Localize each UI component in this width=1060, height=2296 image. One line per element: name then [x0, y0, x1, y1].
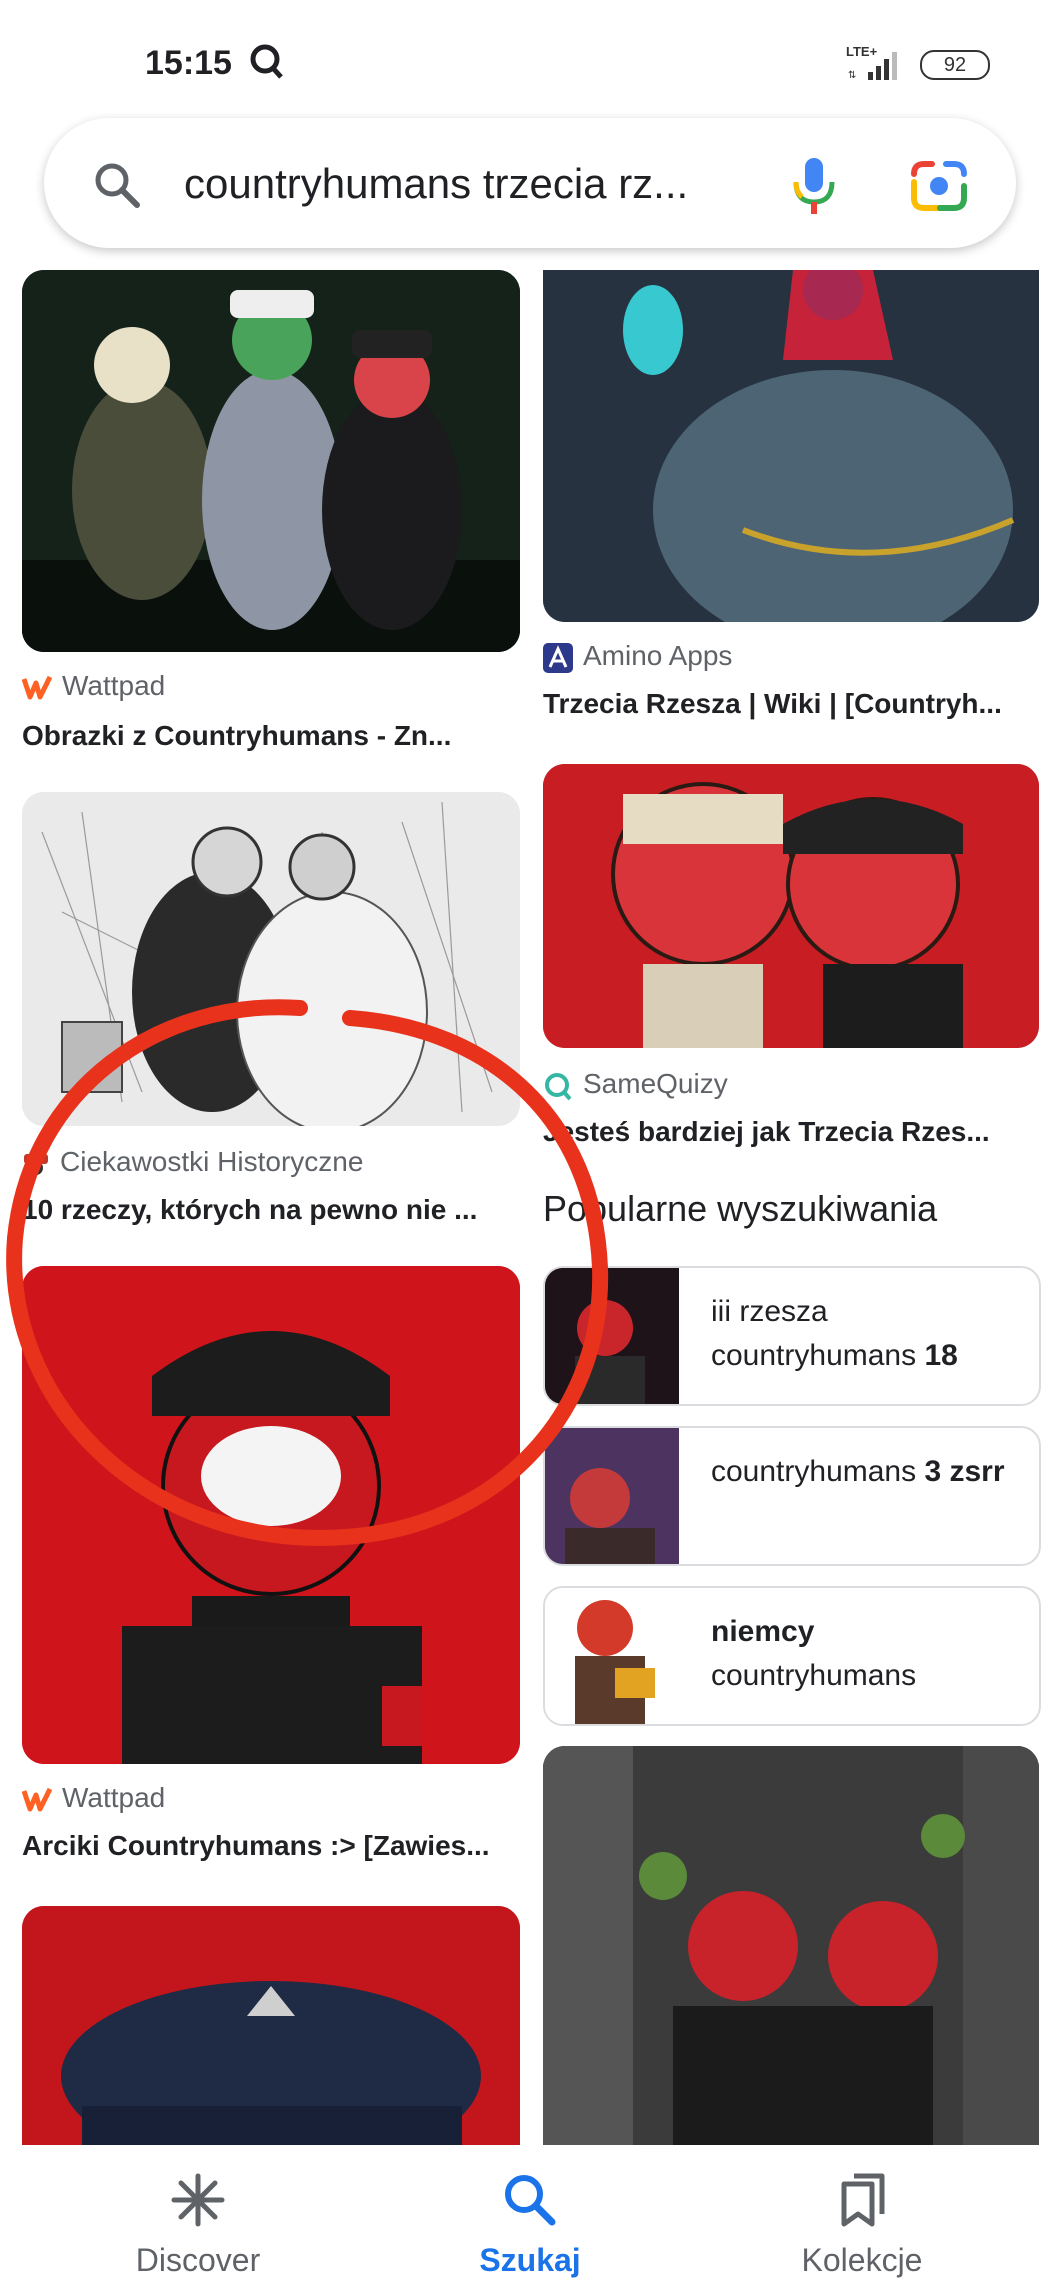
search-icon	[95, 163, 140, 208]
result-thumbnail	[543, 1746, 1039, 2145]
result-source-label: Ciekawostki Historyczne	[60, 1146, 364, 1177]
popular-searches-heading: Popularne wyszukiwania	[543, 1188, 938, 1229]
search-bar[interactable]: countryhumans trzecia rz...	[44, 118, 1016, 248]
result-source-label: Amino Apps	[583, 640, 733, 671]
result-thumbnail	[22, 792, 520, 1126]
status-bar: 15:15 LTE+ ⇅ 92	[0, 0, 1060, 120]
result-title[interactable]: Arciki Countryhumans :> [Zawies...	[22, 1830, 520, 1862]
result-title[interactable]: 10 rzeczy, których na pewno nie ...	[22, 1194, 520, 1226]
result-source: SameQuizy	[543, 1068, 728, 1101]
search-icon	[505, 2175, 556, 2226]
ciekawostki-icon	[24, 1153, 48, 1175]
popular-search-text: countryhumans	[711, 1659, 917, 1692]
popular-search-item[interactable]: iii rzesza countryhumans 18	[543, 1266, 1041, 1406]
result-source-label: SameQuizy	[583, 1068, 728, 1099]
wattpad-icon	[22, 1787, 52, 1812]
svg-text:⇅: ⇅	[848, 70, 856, 80]
q-app-icon	[250, 44, 283, 79]
result-thumbnail	[22, 1266, 520, 1764]
result-image[interactable]	[22, 1266, 520, 1764]
nav-label: Szukaj	[479, 2242, 581, 2278]
nav-label: Discover	[135, 2242, 261, 2278]
result-title[interactable]: Jesteś bardziej jak Trzecia Rzes...	[543, 1116, 1039, 1148]
amino-icon	[543, 642, 573, 673]
asterisk-icon	[171, 2173, 225, 2227]
popular-search-text: iii rzesza countryhumans	[711, 1295, 925, 1372]
result-image[interactable]	[22, 792, 520, 1126]
result-source-label: Wattpad	[62, 1782, 166, 1813]
popular-search-thumbnail	[545, 1428, 679, 1564]
battery-indicator: 92	[920, 50, 990, 80]
result-image[interactable]	[22, 1906, 520, 2145]
bookmarks-icon	[841, 2173, 885, 2227]
nav-search[interactable]: Szukaj	[400, 2146, 660, 2296]
results-grid: Wattpad Obrazki z Countryhumans - Zn... …	[0, 270, 1060, 2145]
popular-search-text: countryhumans	[711, 1455, 925, 1488]
samequizy-icon	[545, 1072, 572, 1100]
result-thumbnail	[543, 764, 1039, 1048]
popular-search-bold: niemcy	[711, 1615, 815, 1648]
lens-camera-icon[interactable]	[910, 156, 968, 214]
result-title[interactable]: Trzecia Rzesza | Wiki | [Countryh...	[543, 688, 1039, 720]
popular-search-bold: 3 zsrr	[924, 1455, 1005, 1488]
result-source: Wattpad	[22, 670, 165, 702]
result-image[interactable]	[22, 270, 520, 652]
result-source: Ciekawostki Historyczne	[22, 1146, 363, 1178]
result-thumbnail	[22, 270, 520, 652]
wattpad-icon	[22, 675, 52, 700]
nav-label: Kolekcje	[801, 2242, 923, 2278]
result-image[interactable]	[543, 764, 1039, 1048]
signal-icon: ⇅	[848, 52, 897, 80]
popular-search-thumbnail	[545, 1588, 679, 1724]
popular-search-thumbnail	[545, 1268, 679, 1404]
nav-discover[interactable]: Discover	[68, 2146, 328, 2296]
status-time: 15:15	[145, 44, 232, 82]
popular-search-bold: 18	[924, 1339, 958, 1372]
popular-search-item[interactable]: countryhumans 3 zsrr	[543, 1426, 1041, 1566]
search-input[interactable]: countryhumans trzecia rz...	[184, 160, 688, 208]
bottom-nav: Discover Szukaj Kolekcje	[0, 2146, 1060, 2296]
result-image[interactable]	[543, 270, 1039, 622]
nav-collections[interactable]: Kolekcje	[732, 2146, 992, 2296]
mic-icon[interactable]	[784, 154, 844, 216]
result-title[interactable]: Obrazki z Countryhumans - Zn...	[22, 720, 520, 752]
result-thumbnail	[543, 270, 1039, 622]
result-thumbnail	[22, 1906, 520, 2145]
result-source-label: Wattpad	[62, 670, 166, 701]
result-source: Amino Apps	[543, 640, 732, 673]
result-source: Wattpad	[22, 1782, 165, 1814]
popular-search-item[interactable]: niemcy countryhumans	[543, 1586, 1041, 1726]
result-image[interactable]	[543, 1746, 1039, 2145]
